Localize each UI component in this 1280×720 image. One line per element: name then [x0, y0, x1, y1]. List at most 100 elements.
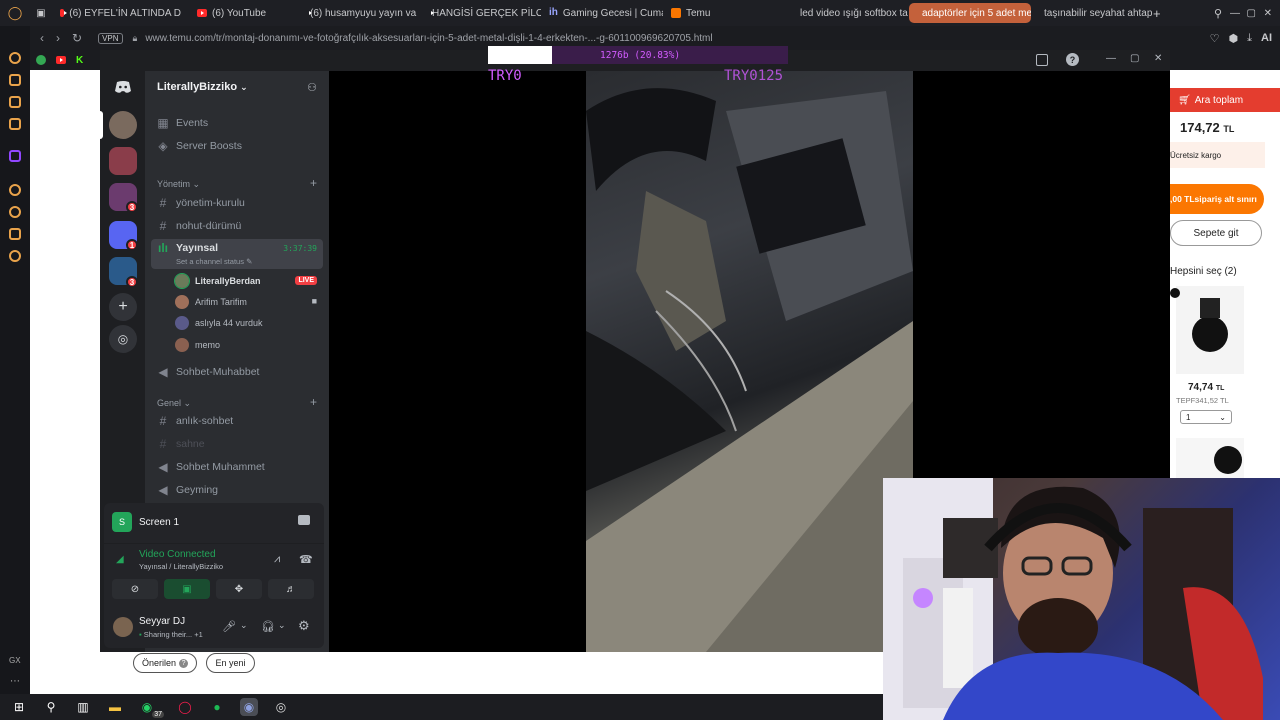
- disconnect-icon[interactable]: ☎︎: [299, 553, 313, 566]
- bookmarks-icon[interactable]: [9, 96, 21, 108]
- obs-icon[interactable]: ◎: [272, 698, 290, 716]
- product-image[interactable]: [1176, 286, 1244, 374]
- headphones-icon[interactable]: 🎧︎: [261, 620, 275, 633]
- kick-icon[interactable]: K: [76, 55, 83, 66]
- messenger-icon[interactable]: [9, 52, 21, 64]
- voice-user-1[interactable]: LiterallyBerdan: [174, 273, 261, 289]
- voice-channel-geyming[interactable]: ◀︎ Geyming: [157, 481, 218, 499]
- search-icon[interactable]: ⚲: [42, 698, 60, 716]
- noise-suppression-icon[interactable]: ⩘: [274, 553, 280, 566]
- add-member-icon[interactable]: ⚇: [307, 81, 317, 94]
- events-item[interactable]: ▦ Events: [157, 114, 208, 132]
- ai-button[interactable]: AI: [1261, 32, 1272, 44]
- forward-icon[interactable]: ›: [56, 31, 60, 45]
- more-icon[interactable]: ⋯: [10, 676, 20, 687]
- discord-home-icon[interactable]: [109, 77, 137, 97]
- camera-toggle-button[interactable]: ⊘: [112, 579, 158, 599]
- gx-icon[interactable]: GX: [9, 656, 21, 665]
- chrome-icon[interactable]: [36, 55, 46, 65]
- add-server-icon[interactable]: +: [109, 293, 137, 321]
- reload-icon[interactable]: ↻: [72, 31, 82, 45]
- speed-dial-icon[interactable]: [9, 74, 21, 86]
- screen-share-button[interactable]: ▣: [164, 579, 210, 599]
- tab-7-active[interactable]: adaptörler için 5 adet met: [909, 3, 1031, 23]
- voice-user-3[interactable]: aslıyla 44 vurduk: [175, 315, 263, 331]
- channel-sahne[interactable]: # sahne: [157, 435, 205, 453]
- screen-share-row[interactable]: S Screen 1: [112, 512, 179, 532]
- mail-icon[interactable]: [9, 118, 21, 130]
- category-genel[interactable]: Genel ⌄: [157, 398, 191, 409]
- server-boosts-item[interactable]: ◈ Server Boosts: [157, 137, 242, 155]
- spotify-icon[interactable]: ●: [208, 698, 226, 716]
- download-icon[interactable]: ⤓: [1247, 32, 1252, 45]
- connection-channel[interactable]: Yayınsal / LiterallyBizziko: [139, 562, 223, 571]
- guild-folder-1[interactable]: [109, 147, 137, 175]
- select-all-label[interactable]: Hepsini seç (2): [1170, 266, 1237, 277]
- add-channel-icon[interactable]: +: [310, 176, 317, 190]
- voice-channel-sohbet-muhabbet[interactable]: ◀︎ Sohbet-Muhabbet: [157, 363, 259, 381]
- tab-5[interactable]: Temu: [663, 3, 787, 23]
- user-name[interactable]: Seyyar DJ: [139, 616, 185, 627]
- sort-recommended-button[interactable]: Önerilen ?: [133, 653, 197, 673]
- user-avatar[interactable]: [113, 617, 133, 637]
- guild-avatar-1[interactable]: [109, 111, 137, 139]
- tab-3[interactable]: HANGİSİ GERÇEK PİLOT: [419, 3, 541, 23]
- search-icon[interactable]: ⚲: [1214, 7, 1222, 20]
- minimize-icon[interactable]: —: [1230, 8, 1240, 19]
- new-tab-icon[interactable]: +: [1153, 6, 1167, 21]
- tab-1[interactable]: (6) YouTube: [189, 3, 297, 23]
- stop-share-icon[interactable]: [298, 515, 310, 525]
- tab-6[interactable]: led video ışığı softbox ta: [787, 3, 909, 23]
- chevron-down-icon[interactable]: ⌄: [278, 620, 286, 631]
- channel-yonetim-kurulu[interactable]: # yönetim-kurulu: [157, 194, 245, 212]
- category-yonetim[interactable]: Yönetim ⌄: [157, 179, 200, 190]
- maximize-icon[interactable]: ▢: [1247, 8, 1256, 19]
- channel-status[interactable]: Set a channel status ✎: [176, 257, 252, 266]
- help-circle-icon[interactable]: ?: [1066, 53, 1079, 66]
- soundboard-button[interactable]: ♬: [268, 579, 314, 599]
- settings-icon[interactable]: [9, 250, 21, 262]
- url-field[interactable]: www.temu.com/tr/montaj-donanımı-ve-fotoğ…: [145, 33, 712, 44]
- back-icon[interactable]: ‹: [40, 31, 44, 45]
- opera-gx-icon[interactable]: ◯: [176, 698, 194, 716]
- close-icon[interactable]: ✕: [1264, 8, 1272, 19]
- explore-servers-icon[interactable]: ◎: [109, 325, 137, 353]
- add-channel-icon[interactable]: +: [310, 395, 317, 409]
- task-view-icon[interactable]: ▥: [74, 698, 92, 716]
- history-icon[interactable]: [9, 206, 21, 218]
- sort-newest-button[interactable]: En yeni: [206, 653, 255, 673]
- voice-user-2[interactable]: Arifim Tarifim: [175, 294, 247, 310]
- voice-channel-sohbet-muhammet[interactable]: ◀︎ Sohbet Muhammet: [157, 458, 264, 476]
- channel-anlik-sohbet[interactable]: # anlık-sohbet: [157, 412, 234, 430]
- checkbox-icon[interactable]: [1170, 288, 1180, 298]
- extension-icon[interactable]: ⬢: [1229, 32, 1239, 45]
- player-icon[interactable]: [9, 184, 21, 196]
- order-minimum-button[interactable]: ,00 TLsipariş alt sınırı: [1170, 184, 1264, 214]
- quantity-select[interactable]: 1 ⌄: [1180, 410, 1232, 424]
- server-name-header[interactable]: LiterallyBizziko ⌄: [157, 81, 248, 93]
- tab-0[interactable]: (6) EYFEL'İN ALTINDA D: [52, 3, 189, 23]
- microphone-icon[interactable]: 🎤︎: [222, 620, 236, 633]
- window-close-icon[interactable]: ✕: [1154, 53, 1162, 64]
- inbox-icon[interactable]: [1036, 54, 1048, 66]
- workspaces-icon[interactable]: ▣: [30, 8, 52, 19]
- product-image-2[interactable]: [1176, 438, 1244, 480]
- window-minimize-icon[interactable]: —: [1106, 53, 1116, 64]
- extensions-icon[interactable]: [9, 228, 21, 240]
- file-explorer-icon[interactable]: ▬: [106, 698, 124, 716]
- twitch-icon[interactable]: [9, 150, 21, 162]
- youtube-bookmark-icon[interactable]: [56, 56, 66, 64]
- user-settings-icon[interactable]: ⚙︎: [298, 618, 310, 634]
- chevron-down-icon[interactable]: ⌄: [240, 620, 248, 631]
- tab-2[interactable]: (6) husamyuyu yayın va: [297, 3, 419, 23]
- checkout-button[interactable]: Sepete git: [1170, 220, 1262, 246]
- connection-status[interactable]: Video Connected: [139, 549, 216, 560]
- opera-logo-icon[interactable]: ◯: [0, 5, 30, 21]
- tab-4[interactable]: ihGaming Gecesi | Cuma G: [541, 3, 663, 23]
- whatsapp-icon[interactable]: ◉ 37: [138, 698, 164, 718]
- activities-button[interactable]: ✥: [216, 579, 262, 599]
- voice-user-4[interactable]: memo: [175, 337, 220, 353]
- window-maximize-icon[interactable]: ▢: [1130, 53, 1139, 64]
- voice-channel-yayinsal[interactable]: ılı Yayınsal: [157, 239, 218, 257]
- discord-taskbar-icon[interactable]: ◉: [240, 698, 258, 716]
